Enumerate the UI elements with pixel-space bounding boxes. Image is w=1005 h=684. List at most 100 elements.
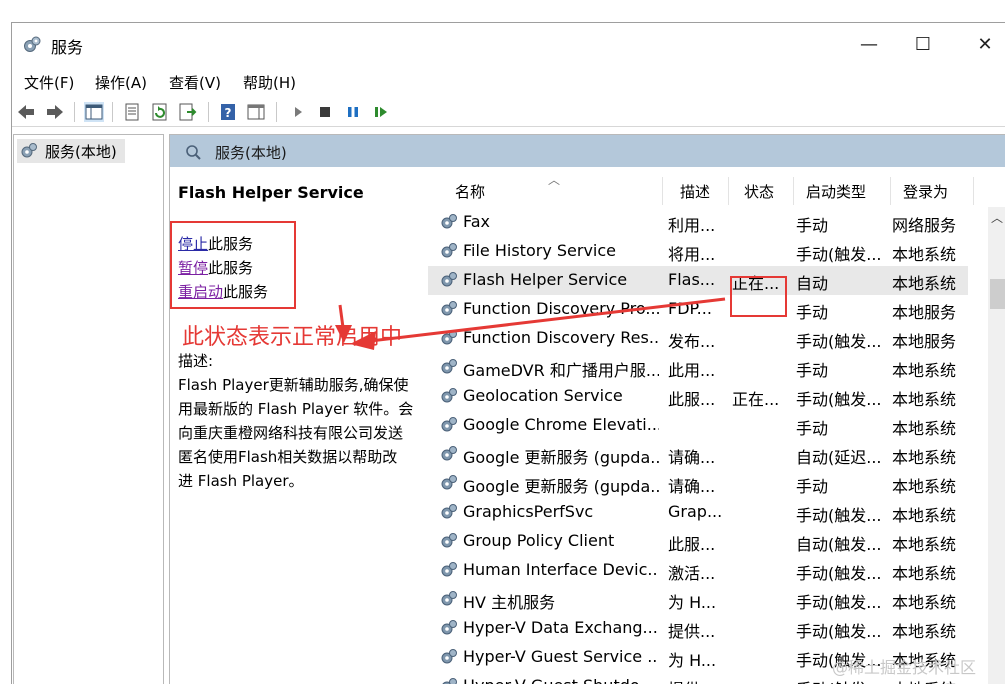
cell-name: Fax bbox=[463, 212, 491, 231]
table-row[interactable]: Geolocation Service 此服... 正在... 手动(触发... 本地系… bbox=[428, 382, 968, 411]
column-header-name[interactable]: 名称 bbox=[455, 181, 485, 202]
restart-service-icon[interactable] bbox=[371, 102, 391, 122]
cell-description: 请确... bbox=[668, 477, 716, 496]
table-row[interactable]: HV 主机服务 为 H... 手动(触发... 本地系统 bbox=[428, 585, 968, 614]
services-window: 服务 — ☐ ✕ 文件(F) 操作(A) 查看(V) 帮助(H) ? 服务(本地… bbox=[11, 22, 1005, 684]
cell-name: GraphicsPerfSvc bbox=[463, 502, 594, 521]
cell-startup-type: 手动(触发... bbox=[796, 506, 882, 525]
table-row[interactable]: Google Chrome Elevati... 手动 本地系统 bbox=[428, 411, 968, 440]
column-header-logon[interactable]: 登录为 bbox=[903, 181, 948, 202]
properties-icon[interactable] bbox=[122, 102, 142, 122]
cell-logon: 本地系统 bbox=[892, 622, 957, 641]
cell-logon: 本地系统 bbox=[892, 564, 957, 583]
table-row[interactable]: GraphicsPerfSvc Grap... 手动(触发... 本地系统 bbox=[428, 498, 968, 527]
scroll-thumb[interactable] bbox=[990, 279, 1005, 309]
stop-service-icon[interactable] bbox=[315, 102, 335, 122]
cell-description: 激活... bbox=[668, 564, 716, 583]
service-name-title: Flash Helper Service bbox=[178, 183, 364, 202]
console-tree-icon[interactable] bbox=[84, 102, 104, 122]
action-pause: 暂停此服务 bbox=[178, 257, 253, 278]
table-row[interactable]: Fax 利用... 手动 网络服务 bbox=[428, 208, 968, 237]
cell-startup-type: 手动(触发... bbox=[796, 622, 882, 641]
menu-bar: 文件(F) 操作(A) 查看(V) 帮助(H) bbox=[12, 69, 1005, 95]
action-stop: 停止此服务 bbox=[178, 233, 253, 254]
description-text: Flash Player更新辅助服务,确保使 用最新版的 Flash Playe… bbox=[178, 373, 428, 493]
service-gear-icon bbox=[441, 562, 457, 577]
cell-name: Google 更新服务 (gupda... bbox=[463, 477, 659, 496]
tree-item-services-local[interactable]: 服务(本地) bbox=[17, 139, 125, 163]
description-line: 进 Flash Player。 bbox=[178, 472, 304, 490]
refresh-icon[interactable] bbox=[150, 102, 170, 122]
column-divider[interactable] bbox=[793, 177, 794, 205]
back-arrow-icon[interactable] bbox=[16, 102, 36, 122]
service-gear-icon bbox=[441, 649, 457, 664]
restart-link[interactable]: 重启动 bbox=[178, 283, 223, 301]
toolbar-separator bbox=[112, 102, 113, 122]
column-header-description[interactable]: 描述 bbox=[680, 181, 710, 202]
description-label: 描述: bbox=[178, 352, 214, 370]
service-gear-icon bbox=[441, 504, 457, 519]
table-row[interactable]: Flash Helper Service Flas... 正在... 自动 本地系统 bbox=[428, 266, 968, 295]
menu-file[interactable]: 文件(F) bbox=[24, 72, 74, 93]
minimize-button[interactable]: — bbox=[846, 29, 892, 61]
cell-description: 请确... bbox=[668, 448, 716, 467]
column-header-startup-type[interactable]: 启动类型 bbox=[806, 181, 866, 202]
table-row[interactable]: Group Policy Client 此服... 自动(触发... 本地系统 bbox=[428, 527, 968, 556]
vertical-scrollbar[interactable]: ︿ bbox=[988, 207, 1005, 684]
forward-arrow-icon[interactable] bbox=[45, 102, 65, 122]
gear-icon bbox=[24, 36, 41, 52]
cell-description: 提供... bbox=[668, 622, 716, 641]
cell-startup-type: 手动(触发... bbox=[796, 593, 882, 612]
column-divider[interactable] bbox=[728, 177, 729, 205]
menu-help[interactable]: 帮助(H) bbox=[243, 72, 296, 93]
cell-logon: 本地系统 bbox=[892, 245, 957, 264]
scroll-up-icon[interactable]: ︿ bbox=[991, 209, 1003, 226]
cell-description: 提供... bbox=[668, 676, 722, 684]
help-icon[interactable]: ? bbox=[218, 102, 238, 122]
table-row[interactable]: File History Service 将用... 手动(触发... 本地系统 bbox=[428, 237, 968, 266]
service-gear-icon bbox=[441, 620, 457, 635]
toolbar-separator bbox=[276, 102, 277, 122]
column-divider[interactable] bbox=[662, 177, 663, 205]
column-header-status[interactable]: 状态 bbox=[744, 181, 774, 202]
pause-link[interactable]: 暂停 bbox=[178, 259, 208, 277]
stop-link[interactable]: 停止 bbox=[178, 235, 208, 253]
maximize-button[interactable]: ☐ bbox=[900, 29, 946, 61]
cell-logon: 本地系统 bbox=[892, 448, 957, 467]
cell-name: Google Chrome Elevati... bbox=[463, 415, 659, 434]
export-list-icon[interactable] bbox=[178, 102, 198, 122]
cell-name: Human Interface Devic... bbox=[463, 560, 659, 579]
table-row[interactable]: Human Interface Devic... 激活... 手动(触发... 本地系… bbox=[428, 556, 968, 585]
cell-startup-type: 手动 bbox=[796, 419, 829, 438]
cell-name: Google 更新服务 (gupda... bbox=[463, 448, 659, 467]
action-pane-icon[interactable] bbox=[246, 102, 266, 122]
cell-logon: 本地服务 bbox=[892, 303, 957, 322]
menu-action[interactable]: 操作(A) bbox=[95, 72, 147, 93]
cell-name: Geolocation Service bbox=[463, 386, 623, 405]
column-divider[interactable] bbox=[973, 177, 974, 205]
service-gear-icon bbox=[441, 591, 457, 606]
cell-startup-type: 手动 bbox=[796, 477, 829, 496]
cell-startup-type: 手动(触发... bbox=[796, 245, 882, 264]
column-divider[interactable] bbox=[890, 177, 891, 205]
close-button[interactable]: ✕ bbox=[962, 29, 1005, 61]
table-row[interactable]: Google 更新服务 (gupda... 请确... 手动 本地系统 bbox=[428, 469, 968, 498]
pause-service-icon[interactable] bbox=[343, 102, 363, 122]
cell-description: 此服... bbox=[668, 390, 716, 409]
cell-description: Flas... bbox=[668, 270, 716, 289]
pane-header: 服务(本地) bbox=[170, 135, 1005, 167]
cell-logon: 网络服务 bbox=[892, 216, 957, 235]
table-row[interactable]: Google 更新服务 (gupda... 请确... 自动(延迟... 本地系统 bbox=[428, 440, 968, 469]
table-row[interactable]: Hyper-V Data Exchang... 提供... 手动(触发... 本地系统 bbox=[428, 614, 968, 643]
start-service-icon[interactable] bbox=[288, 102, 308, 122]
menu-view[interactable]: 查看(V) bbox=[169, 72, 221, 93]
service-gear-icon bbox=[441, 475, 457, 490]
cell-logon: 本地系统 bbox=[892, 274, 957, 293]
toolbar: ? bbox=[12, 97, 1005, 127]
service-gear-icon bbox=[441, 417, 457, 432]
service-gear-icon bbox=[441, 388, 457, 403]
cell-startup-type: 手动(触发... bbox=[796, 390, 882, 409]
services-pane: 服务(本地) Flash Helper Service 停止此服务 暂停此服务 … bbox=[169, 134, 1005, 684]
service-gear-icon bbox=[441, 533, 457, 548]
table-header: ︿ 名称 描述 状态 启动类型 登录为 bbox=[428, 167, 1005, 207]
